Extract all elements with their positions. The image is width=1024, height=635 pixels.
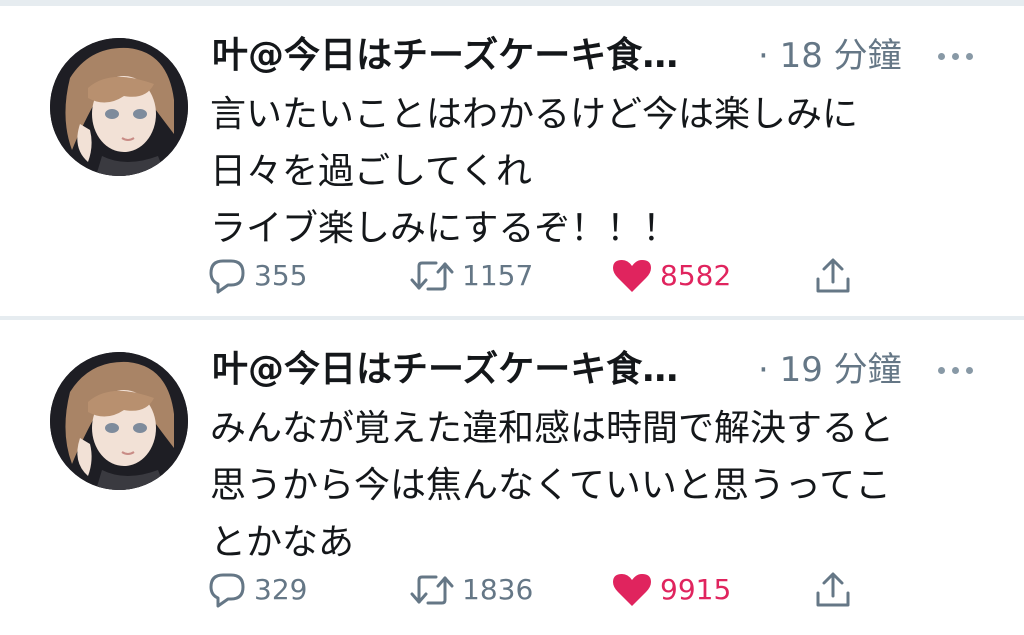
like-button[interactable]: 9915 <box>612 570 731 610</box>
retweet-icon <box>410 575 454 605</box>
like-count: 9915 <box>660 573 732 606</box>
tweet-text: みんなが覚えた違和感は時間で解決すると 思うから今は焦んなくていいと思うってこ … <box>210 400 1000 571</box>
heart-icon <box>613 260 651 292</box>
tweet[interactable]: 叶@今日はチーズケーキ食… · 19 分鐘 みんなが覚えた違和感は時間で解決する… <box>0 320 1024 635</box>
share-icon <box>816 572 850 607</box>
retweet-count: 1836 <box>462 573 534 606</box>
retweet-icon <box>410 261 454 291</box>
tweet-text-line: 思うから今は焦んなくていいと思うってこ <box>210 465 892 506</box>
reply-count: 329 <box>254 573 308 606</box>
tweet-time[interactable]: · 19 分鐘 <box>758 348 902 392</box>
tweet-text: 言いたいことはわかるけど今は楽しみに 日々を過ごしてくれ ライブ楽しみにするぞ！… <box>210 86 1000 257</box>
tweet-actions: 329 1836 9915 <box>0 570 1024 610</box>
share-button[interactable] <box>814 256 852 296</box>
reply-icon <box>209 259 245 294</box>
tweet-header: 叶@今日はチーズケーキ食… · 19 分鐘 <box>212 348 973 392</box>
share-icon <box>816 258 850 293</box>
avatar-image <box>50 352 188 490</box>
tweet-header: 叶@今日はチーズケーキ食… · 18 分鐘 <box>212 34 973 78</box>
tweet[interactable]: 叶@今日はチーズケーキ食… · 18 分鐘 言いたいことはわかるけど今は楽しみに… <box>0 6 1024 316</box>
tweet-actions: 355 1157 8582 <box>0 256 1024 296</box>
tweet-text-line: ライブ楽しみにするぞ！！！ <box>210 208 679 249</box>
reply-count: 355 <box>254 259 308 292</box>
share-button[interactable] <box>814 570 852 610</box>
retweet-button[interactable]: 1836 <box>410 570 533 610</box>
avatar[interactable] <box>50 38 188 176</box>
author-name[interactable]: 叶@今日はチーズケーキ食… <box>212 34 678 78</box>
like-count: 8582 <box>660 259 732 292</box>
more-icon[interactable] <box>936 44 976 68</box>
author-name[interactable]: 叶@今日はチーズケーキ食… <box>212 348 678 392</box>
reply-button[interactable]: 329 <box>208 570 307 610</box>
avatar[interactable] <box>50 352 188 490</box>
like-button[interactable]: 8582 <box>612 256 731 296</box>
tweet-text-line: 言いたいことはわかるけど今は楽しみに <box>210 94 859 135</box>
retweet-button[interactable]: 1157 <box>410 256 533 296</box>
tweet-text-line: 日々を過ごしてくれ <box>210 151 532 192</box>
reply-button[interactable]: 355 <box>208 256 307 296</box>
tweet-feed: 叶@今日はチーズケーキ食… · 18 分鐘 言いたいことはわかるけど今は楽しみに… <box>0 0 1024 635</box>
retweet-count: 1157 <box>462 259 534 292</box>
avatar-image <box>50 38 188 176</box>
reply-icon <box>209 573 245 608</box>
heart-icon <box>613 574 651 606</box>
tweet-time[interactable]: · 18 分鐘 <box>758 34 902 78</box>
tweet-text-line: とかなあ <box>210 522 355 563</box>
tweet-text-line: みんなが覚えた違和感は時間で解決すると <box>210 408 895 449</box>
more-icon[interactable] <box>936 358 976 382</box>
